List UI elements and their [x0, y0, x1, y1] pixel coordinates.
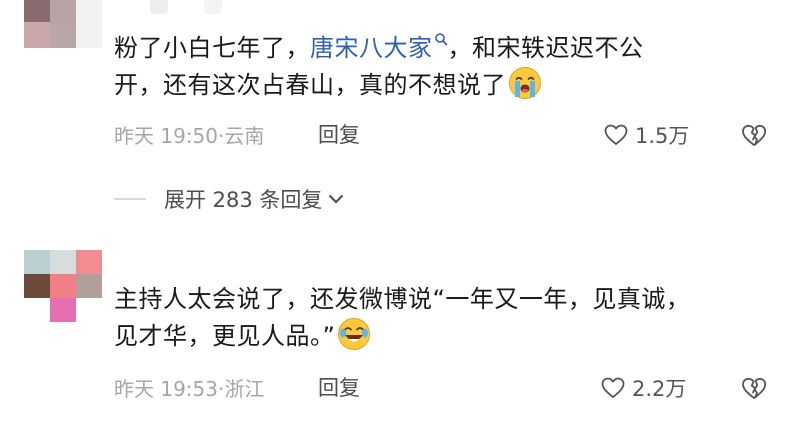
comment-text: 粉了小白七年了，唐宋八大家 ，和宋轶迟迟不公 开，还有这次占春山，真的不想说了	[114, 30, 644, 103]
heart-icon	[601, 377, 625, 398]
crying-face-icon	[509, 67, 541, 99]
like-button[interactable]: 2.2万	[600, 373, 686, 403]
expand-divider	[114, 198, 146, 200]
expand-replies-label: 展开 283 条回复	[164, 188, 323, 212]
mention-link[interactable]: 唐宋八大家	[310, 33, 448, 62]
avatar-pixel	[24, 298, 50, 322]
like-count: 2.2万	[632, 377, 687, 401]
avatar-pixel	[50, 0, 76, 22]
avatar-pixel	[24, 250, 50, 274]
expand-replies-button[interactable]: 展开 283 条回复	[114, 184, 346, 214]
chevron-down-icon	[329, 195, 344, 203]
comment-text-part: 见才华，更见人品。”	[114, 322, 336, 350]
comment-line: 粉了小白七年了，唐宋八大家 ，和宋轶迟迟不公	[114, 30, 644, 66]
avatar[interactable]	[24, 250, 102, 322]
comment-line: 开，还有这次占春山，真的不想说了	[114, 66, 644, 103]
search-icon	[434, 33, 447, 46]
comment-line: 见才华，更见人品。”	[114, 317, 690, 354]
heart-icon	[604, 124, 628, 145]
tears-of-joy-icon	[338, 318, 371, 350]
top-deco-dark	[204, 0, 222, 14]
avatar-pixel	[50, 22, 76, 48]
avatar-pixel	[50, 250, 76, 274]
like-button[interactable]: 1.5万	[603, 120, 689, 150]
dislike-broken-heart-icon[interactable]	[740, 121, 768, 149]
avatar-pixel	[76, 250, 102, 274]
avatar-pixel	[76, 0, 102, 22]
avatar-pixel	[24, 0, 50, 22]
avatar-pixel	[50, 274, 76, 298]
avatar-pixel	[76, 298, 102, 322]
avatar-pixel	[24, 22, 50, 48]
avatar[interactable]	[24, 0, 102, 48]
avatar-pixel	[50, 298, 76, 322]
avatar-pixel	[76, 22, 102, 48]
comment-line: 主持人太会说了，还发微博说“一年又一年，见真诚，	[114, 285, 691, 313]
mention-label: 唐宋八大家	[310, 34, 433, 62]
like-count: 1.5万	[635, 124, 690, 148]
comment-text-part: ，和宋轶迟迟不公	[447, 34, 644, 62]
reply-button[interactable]: 回复	[318, 119, 360, 149]
avatar-pixel	[76, 274, 102, 298]
dislike-broken-heart-icon[interactable]	[740, 374, 768, 402]
reply-button[interactable]: 回复	[318, 372, 360, 402]
comment-text: 主持人太会说了，还发微博说“一年又一年，见真诚， 见才华，更见人品。”	[114, 281, 690, 354]
comment-text-part: 开，还有这次占春山，真的不想说了	[114, 71, 506, 99]
comment-timestamp: 昨天 19:50·云南	[114, 124, 265, 148]
top-deco-light	[150, 0, 168, 14]
avatar-pixel	[24, 274, 50, 298]
comment-timestamp: 昨天 19:53·浙江	[114, 377, 265, 401]
comment-text-part: 粉了小白七年了，	[114, 34, 310, 62]
